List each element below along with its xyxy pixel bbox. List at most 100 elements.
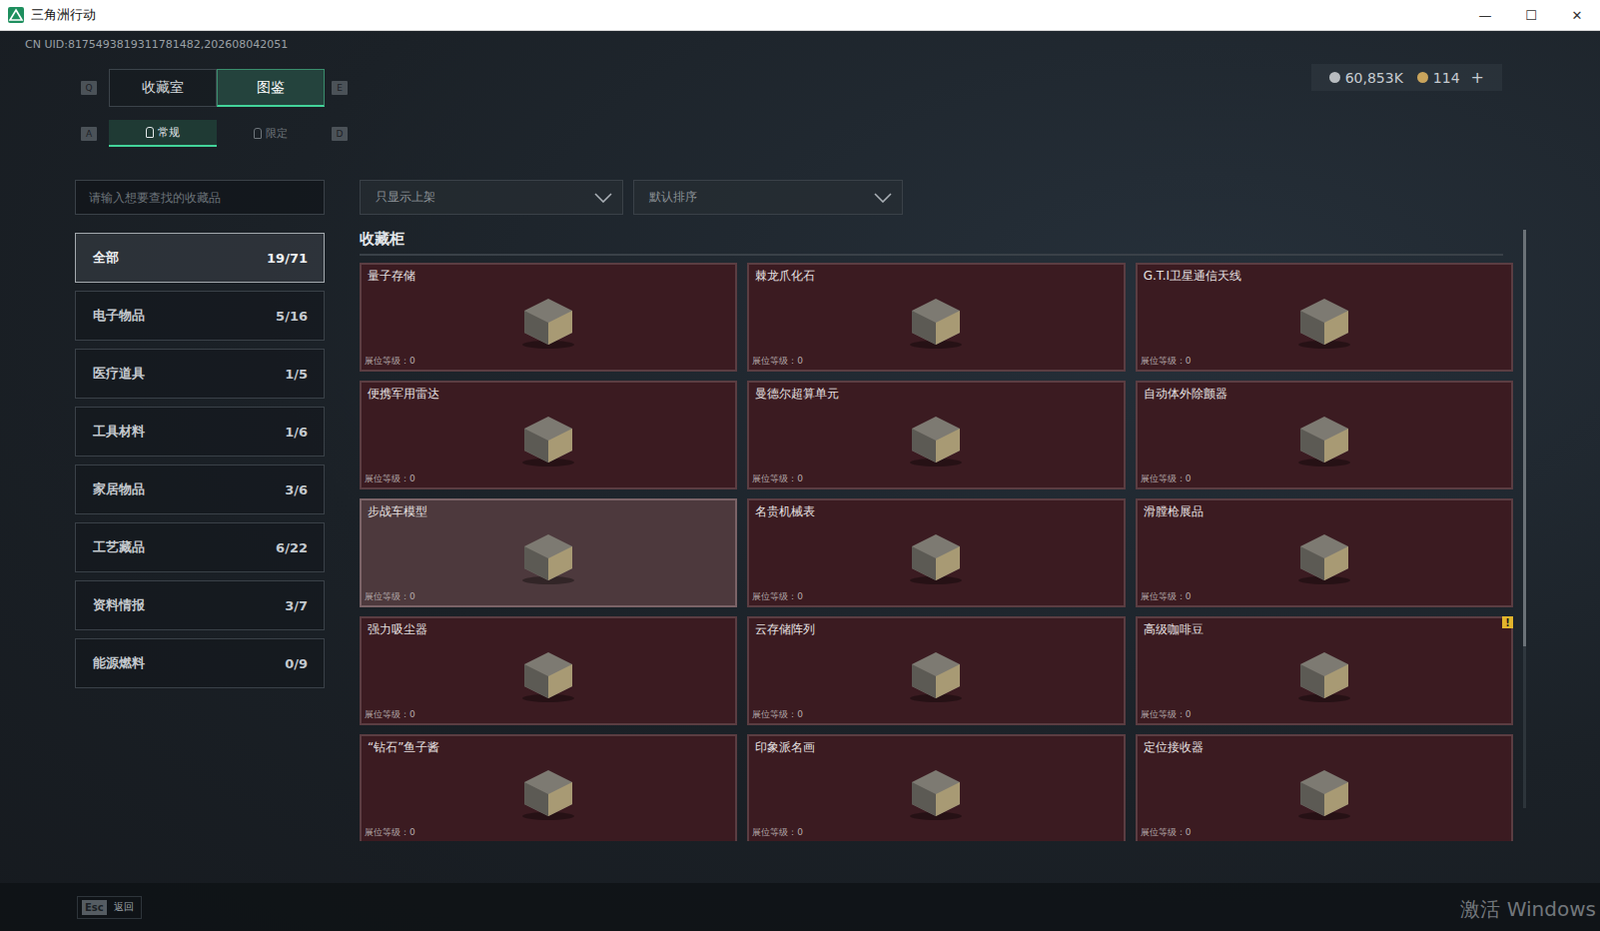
booth-level: 展位等级：0 [749,354,1123,370]
item-image-icon [1286,759,1363,823]
window-control-button[interactable]: — [1462,0,1509,30]
category-name: 家居物品 [92,480,145,499]
item-name: 量子存储 [361,264,736,285]
main-tab[interactable]: 收藏室 [108,68,217,107]
item-image-icon [510,759,587,823]
item-card[interactable]: 定位接收器展位等级：0 [1135,734,1514,841]
category-name: 资料情报 [92,596,145,615]
item-card[interactable]: 云存储阵列展位等级：0 [747,616,1125,726]
currency-bar: 60,853K 114 + [1311,63,1503,91]
booth-level: 展位等级：0 [1137,708,1512,724]
item-card[interactable]: 高级咖啡豆展位等级：0! [1135,616,1514,726]
item-card[interactable]: 量子存储展位等级：0 [359,262,738,372]
item-image-icon [1286,523,1363,588]
category-name: 电子物品 [92,306,145,325]
game-area: CN UID:8175493819311781482,202608042051 6… [0,30,1600,931]
title-bar: 三角洲行动 —☐✕ [0,0,1600,31]
category-name: 全部 [92,248,119,267]
app-window: 三角洲行动 —☐✕CN UID:8175493819311781482,20260… [0,0,1600,931]
sub-tab[interactable]: 限定 [216,119,325,147]
item-card[interactable]: “钻石”鱼子酱展位等级：0 [359,734,738,841]
item-card[interactable]: 强力吸尘器展位等级：0 [359,616,738,726]
triangle-logo-icon [7,6,24,23]
category-item[interactable]: 电子物品 5/16 [74,290,325,341]
sub-tab-bar: A常规限定D [0,119,1600,147]
item-card[interactable]: 印象派名画展位等级：0 [747,734,1125,841]
booth-level: 展位等级：0 [749,825,1123,841]
key-hint: A [80,126,97,141]
section-title: 收藏柜 [359,229,1504,256]
category-count: 6/22 [275,540,308,556]
add-currency-button[interactable]: + [1471,67,1485,87]
item-name: 高级咖啡豆 [1137,618,1512,639]
booth-level: 展位等级：0 [361,472,736,488]
item-grid: 量子存储展位等级：0棘龙爪化石展位等级：0G.T.I卫星通信天线展位等级：0便携… [359,262,1514,841]
category-item[interactable]: 工具材料1/6 [74,406,325,457]
currency-amount: 60,853K [1345,69,1404,86]
category-count: 1/5 [284,366,308,382]
window-control-button[interactable]: ☐ [1508,0,1555,30]
item-name: 自动体外除颤器 [1137,382,1512,403]
window-controls: —☐✕ [1462,0,1600,30]
uid-label: CN UID:8175493819311781482,202608042051 [0,30,1600,56]
booth-level: 展位等级：0 [749,472,1123,488]
booth-level: 展位等级：0 [361,708,736,724]
booth-level: 展位等级：0 [1137,354,1512,370]
chevron-down-icon [873,192,892,203]
item-image-icon [897,641,974,706]
item-card[interactable]: 滑膛枪展品展位等级：0 [1135,498,1514,608]
item-image-icon [1286,287,1363,352]
category-item[interactable]: 医疗道具 1/5 [74,348,325,399]
window-title: 三角洲行动 [30,5,96,24]
item-name: 定位接收器 [1137,736,1512,757]
search-input[interactable] [74,179,325,215]
category-item[interactable]: 工艺藏品6/22 [74,522,325,573]
main-tab[interactable]: 图鉴 [216,68,325,107]
filter-dropdown[interactable]: 只显示上架 [359,179,624,215]
scrollbar-thumb[interactable] [1523,229,1527,647]
windows-watermark: 激活 Windows [1460,895,1597,923]
category-item[interactable]: 家居物品 3/6 [74,464,325,515]
item-name: 曼德尔超算单元 [749,382,1123,403]
item-name: 名贵机械表 [749,500,1123,521]
category-item[interactable]: 能源燃料0/9 [74,638,325,689]
window-control-button[interactable]: ✕ [1554,0,1600,30]
category-count: 3/7 [284,598,308,614]
filter-dropdown[interactable]: 默认排序 [633,179,903,215]
item-card[interactable]: 棘龙爪化石展位等级：0 [747,262,1125,372]
category-name: 医疗道具 [92,364,145,383]
item-image-icon [510,405,587,470]
category-item[interactable]: 全部 19/71 [74,232,325,283]
coin-icon [1329,71,1341,83]
item-card[interactable]: 名贵机械表展位等级：0 [747,498,1125,608]
sub-tab[interactable]: 常规 [108,119,217,147]
back-button[interactable]: Esc返回 [76,895,142,919]
item-name: 滑膛枪展品 [1137,500,1512,521]
item-card[interactable]: 曼德尔超算单元展位等级：0 [747,380,1125,490]
booth-level: 展位等级：0 [1137,472,1512,488]
booth-level: 展位等级：0 [361,825,736,841]
item-card[interactable]: G.T.I卫星通信天线展位等级：0 [1135,262,1514,372]
booth-level: 展位等级：0 [361,354,736,370]
category-count: 3/6 [284,482,308,498]
item-name: 印象派名画 [749,736,1123,757]
item-card[interactable]: 自动体外除颤器展位等级：0 [1135,380,1514,490]
item-image-icon [1286,405,1363,470]
item-image-icon [897,523,974,588]
item-card[interactable]: 便携军用雷达展位等级：0 [359,380,738,490]
category-item[interactable]: 资料情报 3/7 [74,580,325,631]
tab-icon [253,127,262,139]
chevron-down-icon [594,192,613,203]
item-image-icon [897,405,974,470]
item-card[interactable]: 步战车模型展位等级：0 [359,498,738,608]
category-name: 工具材料 [92,422,145,441]
category-count: 5/16 [275,308,308,324]
item-image-icon [510,523,587,588]
item-name: G.T.I卫星通信天线 [1137,264,1512,285]
currency-item: 60,853K [1329,67,1404,87]
scrollbar[interactable] [1523,229,1527,808]
currency-item: 114 + [1417,67,1485,87]
category-count: 19/71 [266,250,308,266]
back-label: 返回 [113,899,134,914]
currency-amount: 114 [1433,69,1461,86]
